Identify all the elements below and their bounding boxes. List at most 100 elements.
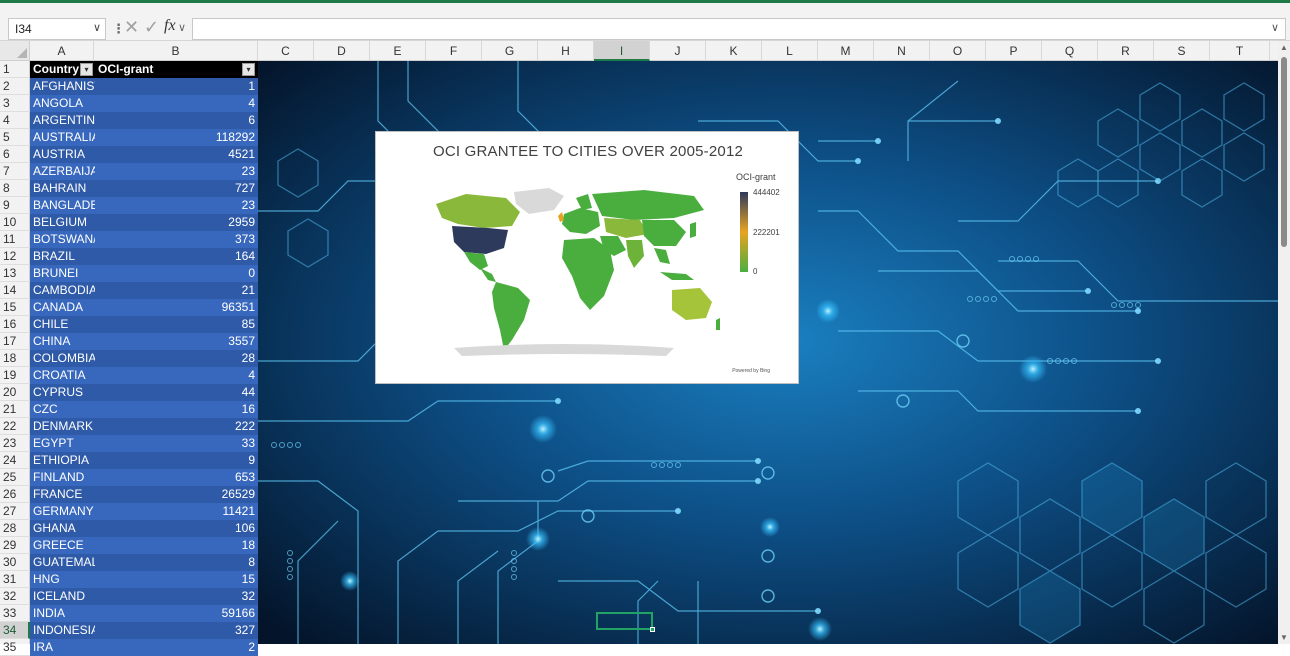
country-cell[interactable]: CZC (33, 401, 95, 418)
formula-input[interactable]: ∨ (192, 18, 1286, 40)
fill-handle[interactable] (650, 627, 655, 632)
column-header-B[interactable]: B (94, 41, 258, 61)
column-header-D[interactable]: D (314, 41, 370, 61)
row-header-8[interactable]: 8 (0, 180, 30, 197)
table-row[interactable]: BRUNEI 0 (30, 265, 258, 282)
row-header-23[interactable]: 23 (0, 435, 30, 452)
column-header-K[interactable]: K (706, 41, 762, 61)
grant-cell[interactable]: 118292 (216, 129, 255, 146)
row-header-2[interactable]: 2 (0, 78, 30, 95)
country-cell[interactable]: FRANCE (33, 486, 95, 503)
country-cell[interactable]: CAMBODIA (33, 282, 95, 299)
country-cell[interactable]: CROATIA (33, 367, 95, 384)
grant-cell[interactable]: 85 (242, 316, 255, 333)
row-header-18[interactable]: 18 (0, 350, 30, 367)
table-row[interactable]: COLOMBIA 28 (30, 350, 258, 367)
country-cell[interactable]: BAHRAIN (33, 180, 95, 197)
grant-cell[interactable]: 2 (248, 639, 255, 656)
row-header-29[interactable]: 29 (0, 537, 30, 554)
grant-cell[interactable]: 164 (235, 248, 255, 265)
table-row[interactable]: HNG 15 (30, 571, 258, 588)
row-header-15[interactable]: 15 (0, 299, 30, 316)
country-cell[interactable]: INDIA (33, 605, 95, 622)
grant-cell[interactable]: 23 (242, 163, 255, 180)
grant-cell[interactable]: 4 (248, 95, 255, 112)
name-box[interactable]: I34 ∨ (8, 18, 106, 40)
column-header-N[interactable]: N (874, 41, 930, 61)
table-row[interactable]: AZERBAIJAI 23 (30, 163, 258, 180)
country-cell[interactable]: AUSTRIA (33, 146, 95, 163)
grant-cell[interactable]: 1 (248, 78, 255, 95)
grant-cell[interactable]: 4521 (228, 146, 255, 163)
scrollbar-thumb[interactable] (1281, 57, 1287, 247)
row-header-5[interactable]: 5 (0, 129, 30, 146)
row-header-1[interactable]: 1 (0, 61, 30, 78)
country-cell[interactable]: AUSTRALIA (33, 129, 95, 146)
row-header-31[interactable]: 31 (0, 571, 30, 588)
grant-cell[interactable]: 59166 (222, 605, 255, 622)
country-cell[interactable]: AZERBAIJAI (33, 163, 95, 180)
column-header-M[interactable]: M (818, 41, 874, 61)
country-cell[interactable]: BRUNEI (33, 265, 95, 282)
table-row[interactable]: GREECE 18 (30, 537, 258, 554)
row-header-7[interactable]: 7 (0, 163, 30, 180)
selected-cell-I34[interactable] (596, 612, 655, 632)
row-header-25[interactable]: 25 (0, 469, 30, 486)
table-row[interactable]: AFGHANIST 1 (30, 78, 258, 95)
scroll-up-icon[interactable]: ▲ (1280, 43, 1288, 52)
grant-cell[interactable]: 106 (235, 520, 255, 537)
row-header-9[interactable]: 9 (0, 197, 30, 214)
chevron-down-icon[interactable]: ∨ (93, 21, 101, 34)
table-row[interactable]: ETHIOPIA 9 (30, 452, 258, 469)
table-row[interactable]: CYPRUS 44 (30, 384, 258, 401)
grant-cell[interactable]: 2959 (228, 214, 255, 231)
grant-cell[interactable]: 16 (242, 401, 255, 418)
row-header-17[interactable]: 17 (0, 333, 30, 350)
column-header-S[interactable]: S (1154, 41, 1210, 61)
grant-cell[interactable]: 653 (235, 469, 255, 486)
table-row[interactable]: GUATEMAL 8 (30, 554, 258, 571)
row-header-12[interactable]: 12 (0, 248, 30, 265)
column-header-L[interactable]: L (762, 41, 818, 61)
country-cell[interactable]: CHILE (33, 316, 95, 333)
table-row[interactable]: GERMANY 11421 (30, 503, 258, 520)
row-header-33[interactable]: 33 (0, 605, 30, 622)
table-row[interactable]: INDIA 59166 (30, 605, 258, 622)
table-row[interactable]: ANGOLA 4 (30, 95, 258, 112)
row-header-14[interactable]: 14 (0, 282, 30, 299)
row-header-35[interactable]: 35 (0, 639, 30, 656)
column-header-I[interactable]: I (594, 41, 650, 61)
column-header-R[interactable]: R (1098, 41, 1154, 61)
country-cell[interactable]: IRA (33, 639, 95, 656)
column-header-E[interactable]: E (370, 41, 426, 61)
table-row[interactable]: BOTSWAN/373 (30, 231, 258, 248)
table-row[interactable]: FRANCE 26529 (30, 486, 258, 503)
table-row[interactable]: IRA 2 (30, 639, 258, 656)
table-row[interactable]: ARGENTIN/6 (30, 112, 258, 129)
country-cell[interactable]: INDONESIA (33, 622, 95, 639)
insert-function-icon[interactable]: fx (164, 17, 176, 35)
row-header-6[interactable]: 6 (0, 146, 30, 163)
country-cell[interactable]: BANGLADE: (33, 197, 95, 214)
row-header-19[interactable]: 19 (0, 367, 30, 384)
country-cell[interactable]: CHINA (33, 333, 95, 350)
country-cell[interactable]: BELGIUM (33, 214, 95, 231)
country-cell[interactable]: FINLAND (33, 469, 95, 486)
grant-cell[interactable]: 11421 (223, 503, 255, 520)
row-header-13[interactable]: 13 (0, 265, 30, 282)
table-row[interactable]: AUSTRALIA 118292 (30, 129, 258, 146)
table-row[interactable]: CANADA 96351 (30, 299, 258, 316)
table-row[interactable]: INDONESIA 327 (30, 622, 258, 639)
row-header-21[interactable]: 21 (0, 401, 30, 418)
country-cell[interactable]: ICELAND (33, 588, 95, 605)
grant-cell[interactable]: 33 (242, 435, 255, 452)
column-header-C[interactable]: C (258, 41, 314, 61)
row-header-11[interactable]: 11 (0, 231, 30, 248)
column-header-Q[interactable]: Q (1042, 41, 1098, 61)
grant-cell[interactable]: 4 (248, 367, 255, 384)
country-cell[interactable]: CANADA (33, 299, 95, 316)
grant-cell[interactable]: 28 (242, 350, 255, 367)
country-cell[interactable]: DENMARK (33, 418, 95, 435)
row-header-3[interactable]: 3 (0, 95, 30, 112)
country-cell[interactable]: CYPRUS (33, 384, 95, 401)
